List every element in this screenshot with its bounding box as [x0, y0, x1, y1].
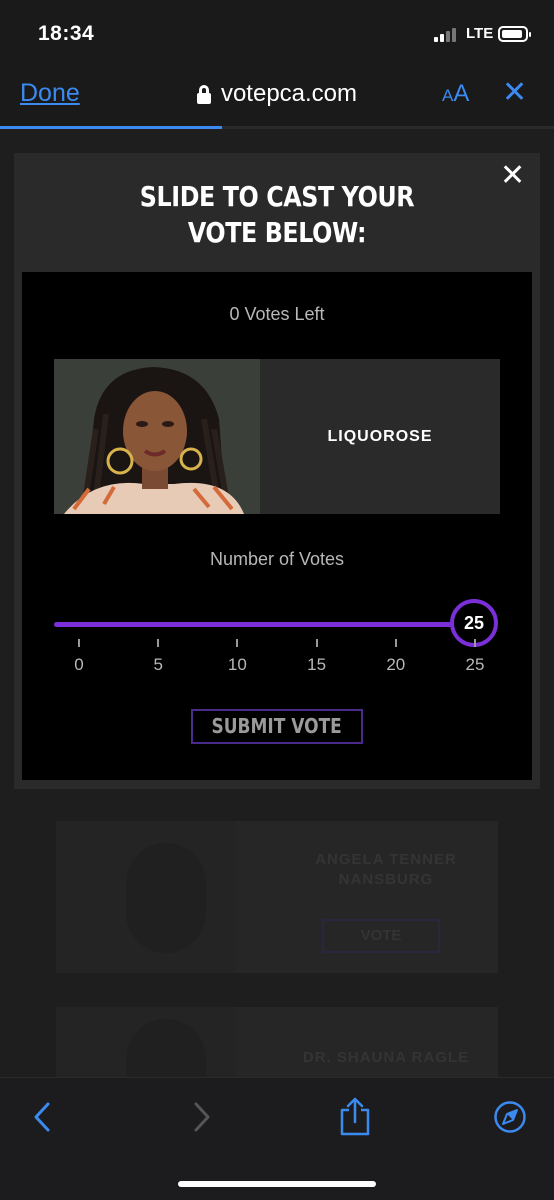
url-bar[interactable]: votepca.com	[0, 80, 554, 108]
text-size-small-icon: A	[442, 86, 454, 105]
submit-vote-button[interactable]: SUBMIT VOTE	[191, 709, 363, 744]
vote-modal: SLIDE TO CAST YOUR VOTE BELOW: ✕ 0 Votes…	[14, 153, 540, 789]
votes-left-text: 0 Votes Left	[229, 304, 325, 324]
candidate-portrait-image	[54, 359, 260, 514]
background-vote-button: VOTE	[322, 919, 440, 953]
candidate-name: LIQUOROSE	[327, 428, 433, 445]
vote-slider-track[interactable]	[54, 622, 474, 627]
slider-tick-label: 25	[465, 655, 485, 674]
browser-header: Done votepca.com AA ✕	[0, 64, 554, 128]
slider-tick-mark	[315, 639, 318, 647]
home-indicator	[178, 1181, 376, 1187]
background-candidate-card: DR. SHAUNA RAGLE	[56, 1007, 498, 1077]
url-text: votepca.com	[220, 80, 358, 107]
modal-title-line2: VOTE BELOW:	[187, 216, 367, 249]
modal-close-button[interactable]: ✕	[500, 161, 525, 191]
close-browser-button[interactable]: ✕	[502, 78, 527, 108]
safari-compass-icon[interactable]	[493, 1100, 527, 1134]
background-candidate-name-2: NANSBURG	[338, 871, 434, 888]
background-candidate-photo	[56, 1007, 236, 1077]
background-candidate-name: ANGELA TENNER	[315, 851, 457, 868]
signal-icon	[434, 26, 460, 42]
slider-tick-label: 15	[307, 655, 327, 674]
slider-tick-label: 0	[74, 655, 84, 674]
status-bar: 18:34 LTE	[0, 0, 554, 64]
slider-tick-mark	[78, 639, 80, 647]
modal-title: SLIDE TO CAST YOUR VOTE BELOW:	[53, 179, 500, 251]
slider-tick-mark	[394, 639, 397, 647]
battery-icon	[498, 26, 531, 42]
network-label: LTE	[466, 25, 494, 42]
forward-icon[interactable]	[188, 1100, 214, 1134]
slider-tick-label: 10	[227, 655, 247, 674]
background-candidate-photo	[56, 821, 236, 973]
slider-tick-label: 20	[386, 655, 406, 674]
slider-tick-mark	[474, 639, 476, 647]
number-of-votes-label: Number of Votes	[209, 549, 345, 569]
background-candidate-name: DR. SHAUNA RAGLE	[302, 1049, 470, 1066]
candidate-card: LIQUOROSE	[54, 359, 500, 514]
text-size-large-icon: A	[453, 80, 470, 107]
modal-title-line1: SLIDE TO CAST YOUR	[139, 180, 415, 213]
share-icon[interactable]	[338, 1096, 372, 1136]
slider-tick-label: 5	[153, 655, 163, 674]
candidate-photo	[54, 359, 260, 514]
lock-icon	[196, 85, 211, 104]
vote-panel: 0 Votes Left LIQUOROSE Number of Votes 2…	[22, 272, 532, 780]
slider-tick-mark	[157, 639, 160, 647]
submit-vote-label: SUBMIT VOTE	[211, 714, 343, 738]
background-candidate-card: ANGELA TENNER NANSBURG VOTE	[56, 821, 498, 973]
back-icon[interactable]	[30, 1100, 56, 1134]
slider-tick-mark	[236, 639, 239, 647]
status-time: 18:34	[38, 22, 95, 45]
text-size-button[interactable]: AA	[442, 80, 469, 108]
